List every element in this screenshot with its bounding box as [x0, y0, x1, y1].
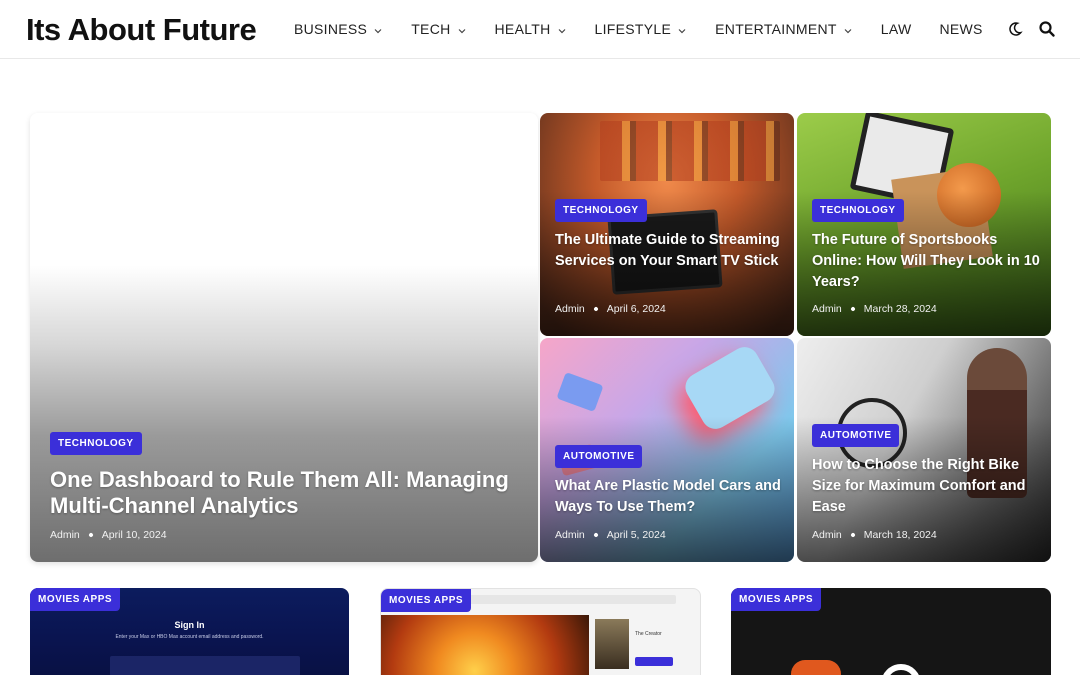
header-actions — [1006, 20, 1056, 38]
nav-item-tech[interactable]: TECH — [411, 21, 466, 37]
post-date: April 10, 2024 — [101, 529, 167, 541]
meta-separator — [849, 532, 856, 538]
site-header: Its About Future BUSINESS TECH HEALTH LI… — [0, 0, 1080, 59]
nav-item-label: ENTERTAINMENT — [715, 21, 837, 37]
chevron-down-icon — [557, 23, 567, 34]
post-meta: Admin March 28, 2024 — [812, 303, 937, 315]
nav-item-health[interactable]: HEALTH — [495, 21, 567, 37]
post-author[interactable]: Admin — [50, 529, 80, 541]
nav-item-news[interactable]: NEWS — [939, 21, 982, 37]
nav-item-label: TECH — [411, 21, 451, 37]
latest-card[interactable]: MOVIES APPS — [731, 588, 1051, 675]
post-author[interactable]: Admin — [555, 529, 585, 541]
featured-side-card[interactable]: TECHNOLOGY The Future of Sportsbooks Onl… — [797, 113, 1051, 336]
chevron-down-icon — [373, 23, 383, 34]
featured-side-card[interactable]: TECHNOLOGY The Ultimate Guide to Streami… — [540, 113, 794, 336]
category-badge[interactable]: MOVIES APPS — [30, 588, 121, 611]
post-meta: Admin March 18, 2024 — [812, 529, 937, 541]
post-title[interactable]: How to Choose the Right Bike Size for Ma… — [812, 455, 1044, 518]
post-date: April 5, 2024 — [606, 529, 666, 541]
post-date: April 6, 2024 — [606, 303, 666, 315]
category-badge[interactable]: AUTOMOTIVE — [812, 424, 900, 447]
post-author[interactable]: Admin — [812, 303, 842, 315]
post-title[interactable]: The Ultimate Guide to Streaming Services… — [555, 230, 787, 272]
meta-separator — [87, 532, 94, 538]
featured-side-card[interactable]: AUTOMOTIVE How to Choose the Right Bike … — [797, 338, 1051, 562]
meta-separator — [592, 532, 599, 538]
nav-item-label: LAW — [880, 21, 912, 37]
nav-item-label: BUSINESS — [294, 21, 368, 37]
preview-logo-shape — [881, 664, 921, 675]
preview-logo-shape — [791, 660, 841, 675]
site-logo[interactable]: Its About Future — [26, 12, 257, 48]
preview-heading: Sign In — [174, 620, 205, 630]
search-icon[interactable] — [1038, 20, 1056, 38]
category-badge[interactable]: TECHNOLOGY — [812, 199, 904, 222]
nav-item-label: LIFESTYLE — [594, 21, 672, 37]
post-date: March 18, 2024 — [863, 529, 937, 541]
post-meta: Admin April 5, 2024 — [555, 529, 666, 541]
chevron-down-icon — [457, 23, 467, 34]
post-author[interactable]: Admin — [812, 529, 842, 541]
post-meta: Admin April 6, 2024 — [555, 303, 666, 315]
moon-icon[interactable] — [1006, 20, 1024, 38]
category-badge[interactable]: TECHNOLOGY — [555, 199, 647, 222]
preview-field — [110, 656, 300, 675]
category-badge[interactable]: MOVIES APPS — [381, 589, 472, 612]
post-date: March 28, 2024 — [863, 303, 937, 315]
post-title[interactable]: One Dashboard to Rule Them All: Managing… — [50, 467, 510, 519]
chevron-down-icon — [843, 23, 853, 34]
post-author[interactable]: Admin — [555, 303, 585, 315]
nav-item-label: HEALTH — [494, 21, 551, 37]
latest-card[interactable]: The Creator MOVIES APPS — [380, 588, 701, 675]
category-badge[interactable]: MOVIES APPS — [731, 588, 822, 611]
latest-card[interactable]: MOVIES APPS Sign In Enter your Max or HB… — [30, 588, 349, 675]
post-title[interactable]: What Are Plastic Model Cars and Ways To … — [555, 476, 787, 518]
post-meta: Admin April 10, 2024 — [50, 529, 167, 541]
preview-watch-button — [635, 657, 673, 666]
featured-main-card[interactable]: TECHNOLOGY One Dashboard to Rule Them Al… — [30, 113, 538, 562]
category-badge[interactable]: TECHNOLOGY — [50, 432, 142, 455]
meta-separator — [849, 306, 856, 312]
chevron-down-icon — [677, 23, 687, 34]
preview-poster-thumb — [595, 619, 629, 669]
main-nav: BUSINESS TECH HEALTH LIFESTYLE ENTERTAIN… — [294, 21, 1011, 37]
preview-poster-sunset — [381, 615, 589, 675]
preview-subtext: Enter your Max or HBO Max account email … — [115, 634, 264, 640]
nav-item-business[interactable]: BUSINESS — [294, 21, 383, 37]
category-badge[interactable]: AUTOMOTIVE — [555, 445, 643, 468]
post-title[interactable]: The Future of Sportsbooks Online: How Wi… — [812, 230, 1044, 293]
nav-item-label: NEWS — [939, 21, 983, 37]
nav-item-law[interactable]: LAW — [881, 21, 912, 37]
preview-searchbar — [461, 595, 676, 604]
featured-side-card[interactable]: AUTOMOTIVE What Are Plastic Model Cars a… — [540, 338, 794, 562]
nav-item-lifestyle[interactable]: LIFESTYLE — [595, 21, 688, 37]
preview-movie-title: The Creator — [635, 631, 662, 637]
nav-item-entertainment[interactable]: ENTERTAINMENT — [715, 21, 853, 37]
meta-separator — [592, 306, 599, 312]
